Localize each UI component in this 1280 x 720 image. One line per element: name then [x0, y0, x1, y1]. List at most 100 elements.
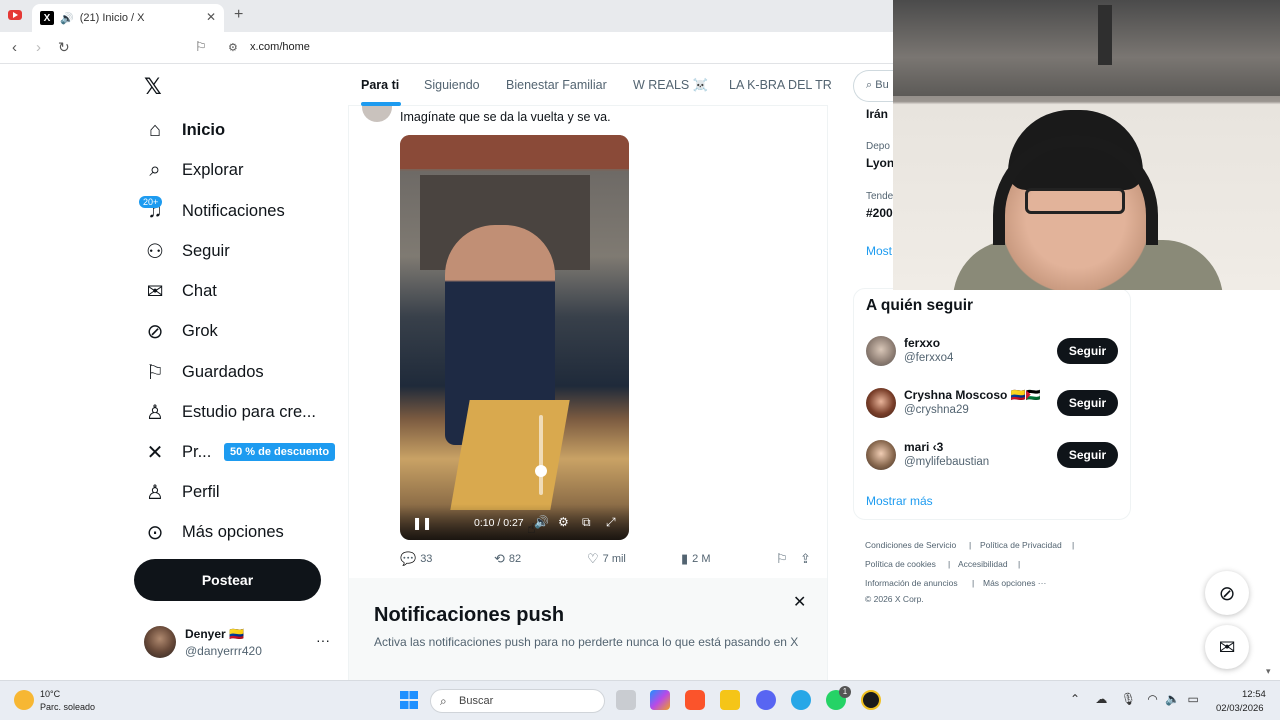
sidebar-item-notificaciones[interactable]: ♫ Notificaciones — [144, 193, 285, 229]
scroll-down-icon[interactable]: ▾ — [1266, 666, 1271, 677]
tab-w-reals[interactable]: W REALS ☠️ — [633, 78, 708, 93]
grok-floating-button[interactable]: ⊘ — [1205, 571, 1249, 615]
system-tray[interactable]: ⌃ ☁ 🎙 ◠ 🔈 ▭ — [1070, 692, 1199, 706]
picture-in-picture-icon[interactable]: ⧉ — [582, 515, 591, 530]
clock-time[interactable]: 12:54 — [1242, 689, 1266, 700]
battery-icon[interactable]: ▭ — [1187, 692, 1198, 706]
whatsapp-badge: 1 — [839, 686, 851, 698]
site-info-icon[interactable]: ⚙ — [228, 41, 238, 54]
forward-icon[interactable]: › — [36, 39, 41, 56]
footer-link-more[interactable]: Más opciones ··· — [983, 578, 1046, 588]
share-button[interactable]: ⇪ — [800, 551, 811, 567]
clock-date[interactable]: 02/03/2026 — [1216, 703, 1264, 714]
avatar[interactable] — [866, 336, 896, 366]
premium-discount-badge[interactable]: 50 % de descuento — [224, 443, 336, 461]
chevron-up-icon[interactable]: ⌃ — [1070, 692, 1080, 706]
suggested-user-name[interactable]: ferxxo — [904, 336, 940, 350]
avatar[interactable] — [866, 388, 896, 418]
video-frame-sign — [400, 135, 629, 169]
brave-browser-icon[interactable] — [685, 690, 705, 710]
post-button[interactable]: Postear — [134, 559, 321, 601]
post-video-player[interactable]: ❚❚ 0:10 / 0:27 🔊 ⚙ ⧉ ⤢ — [400, 135, 629, 540]
reply-button[interactable]: 💬 33 — [400, 551, 432, 567]
task-view-icon[interactable] — [616, 690, 636, 710]
taskbar-search[interactable]: ⌕ Buscar — [430, 689, 605, 713]
account-handle[interactable]: @danyerrr420 — [185, 644, 262, 658]
footer-link-privacy[interactable]: Política de Privacidad — [980, 540, 1062, 550]
telegram-icon[interactable] — [791, 690, 811, 710]
weather-description[interactable]: Parc. soleado — [40, 702, 95, 712]
volume-icon[interactable]: 🔊 — [534, 515, 549, 529]
mail-icon: ✉ — [146, 280, 164, 303]
avatar[interactable] — [866, 440, 896, 470]
sidebar-item-inicio[interactable]: ⌂ Inicio — [144, 112, 225, 148]
video-time: 0:10 / 0:27 — [474, 517, 524, 529]
bookmark-post-button[interactable]: ⚐ — [776, 551, 788, 567]
microphone-icon[interactable]: 🎙 — [1121, 692, 1136, 706]
wifi-icon[interactable]: ◠ — [1147, 692, 1157, 706]
footer-link-ads-info[interactable]: Información de anuncios — [865, 578, 958, 588]
sidebar-item-chat[interactable]: ✉ Chat — [144, 273, 217, 309]
x-logo[interactable]: 𝕏 — [144, 74, 162, 100]
sidebar-item-guardados[interactable]: ⚐ Guardados — [144, 354, 264, 390]
copilot-icon[interactable] — [650, 690, 670, 710]
trend-name[interactable]: #200 — [866, 206, 893, 220]
like-button[interactable]: ♡ 7 mil — [587, 551, 626, 567]
show-more-follow-link[interactable]: Mostrar más — [866, 494, 933, 508]
suggested-user-name[interactable]: Cryshna Moscoso 🇨🇴🇵🇸 — [904, 388, 1041, 402]
sidebar-item-label: Grok — [182, 321, 218, 340]
url-field[interactable]: x.com/home — [250, 41, 310, 53]
trend-name[interactable]: Lyon — [866, 156, 894, 170]
close-icon[interactable]: ✕ — [793, 592, 806, 612]
account-menu-icon[interactable]: ··· — [316, 632, 330, 648]
views-button[interactable]: ▮ 2 M — [681, 551, 711, 567]
discord-icon[interactable] — [756, 690, 776, 710]
sidebar-item-mas-opciones[interactable]: ⊙ Más opciones — [144, 514, 284, 550]
pause-icon[interactable]: ❚❚ — [412, 516, 432, 530]
sidebar-item-estudio[interactable]: ♙ Estudio para cre... — [144, 394, 316, 430]
follow-button[interactable]: Seguir — [1057, 338, 1118, 364]
weather-icon[interactable] — [14, 690, 34, 710]
account-name[interactable]: Denyer 🇨🇴 — [185, 627, 244, 641]
sidebar-item-premium[interactable]: ✕ Pr... — [144, 434, 212, 470]
sidebar-item-grok[interactable]: ⊘ Grok — [144, 313, 218, 349]
new-tab-button[interactable]: + — [234, 6, 243, 24]
cloud-icon[interactable]: ☁ — [1095, 692, 1107, 706]
volume-slider-knob[interactable] — [535, 465, 547, 477]
obs-studio-icon[interactable] — [861, 690, 881, 710]
show-more-trends-link[interactable]: Most — [866, 244, 892, 258]
windows-start-icon[interactable] — [400, 691, 418, 709]
sidebar-item-label: Pr... — [182, 442, 212, 461]
weather-temperature[interactable]: 10°C — [40, 689, 60, 699]
fullscreen-icon[interactable]: ⤢ — [606, 515, 616, 530]
bookmark-page-icon[interactable]: ⚐ — [195, 39, 207, 55]
settings-icon[interactable]: ⚙ — [558, 515, 569, 529]
follow-button[interactable]: Seguir — [1057, 442, 1118, 468]
tab-la-k-bra[interactable]: LA K-BRA DEL TR — [729, 78, 832, 92]
footer-link-accessibility[interactable]: Accesibilidad — [958, 559, 1008, 569]
tab-bienestar-familiar[interactable]: Bienestar Familiar — [506, 78, 607, 92]
footer-link-terms[interactable]: Condiciones de Servicio — [865, 540, 956, 550]
volume-slider[interactable] — [539, 415, 543, 495]
file-explorer-icon[interactable] — [720, 690, 740, 710]
tab-siguiendo[interactable]: Siguiendo — [424, 78, 480, 92]
back-icon[interactable]: ‹ — [12, 39, 17, 56]
trend-name[interactable]: Irán — [866, 107, 888, 121]
sidebar-item-seguir[interactable]: ⚇ Seguir — [144, 233, 230, 269]
youtube-tab-icon[interactable] — [8, 10, 22, 20]
speaker-icon[interactable]: 🔈 — [1165, 692, 1180, 706]
reload-icon[interactable]: ↻ — [58, 39, 70, 56]
messages-floating-button[interactable]: ✉ — [1205, 625, 1249, 669]
follow-button[interactable]: Seguir — [1057, 390, 1118, 416]
footer-link-cookies[interactable]: Política de cookies — [865, 559, 936, 569]
avatar[interactable] — [144, 626, 176, 658]
repost-count: 82 — [508, 553, 522, 565]
suggested-user-name[interactable]: mari ‹3 — [904, 440, 943, 454]
reply-count: 33 — [420, 553, 433, 565]
sidebar-item-perfil[interactable]: ♙ Perfil — [144, 474, 220, 510]
close-tab-icon[interactable]: ✕ — [206, 10, 216, 24]
sidebar-item-explorar[interactable]: ⌕ Explorar — [144, 152, 243, 188]
repost-button[interactable]: ⟲ 82 — [494, 551, 521, 567]
browser-tab-active[interactable]: X 🔊 (21) Inicio / X ✕ — [32, 4, 224, 32]
tab-para-ti[interactable]: Para ti — [361, 78, 399, 92]
